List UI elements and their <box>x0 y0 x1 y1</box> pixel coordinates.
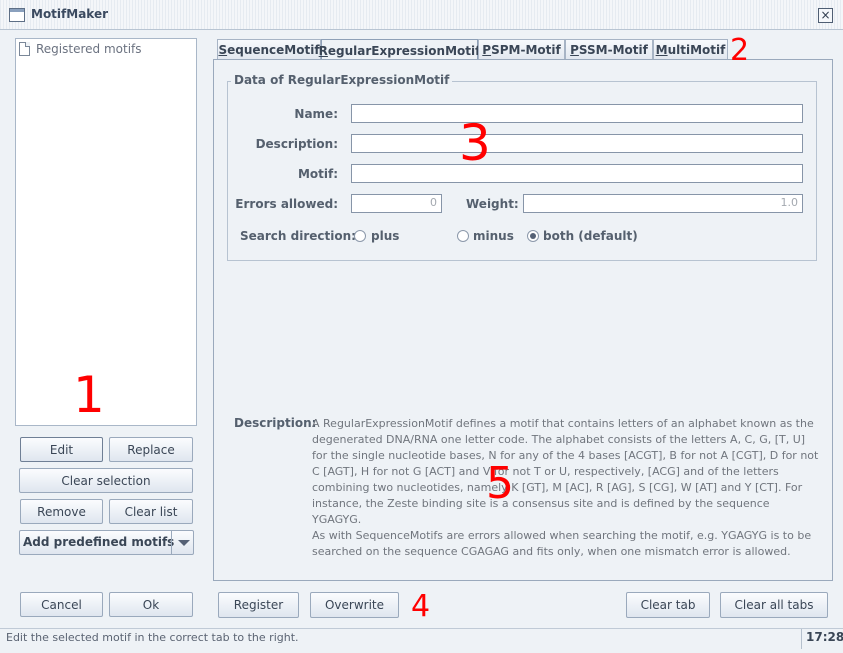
window-icon <box>9 8 25 22</box>
registered-motifs-list[interactable] <box>15 38 197 426</box>
tab-mnemonic: M <box>655 43 668 57</box>
status-time: 17:28 <box>806 630 843 644</box>
callout-3: 3 <box>459 114 491 172</box>
motif-label: Motif: <box>297 167 338 181</box>
clear-selection-button[interactable]: Clear selection <box>19 468 193 493</box>
replace-button[interactable]: Replace <box>109 437 193 462</box>
callout-1: 1 <box>73 366 105 424</box>
clear-list-button[interactable]: Clear list <box>109 499 193 524</box>
callout-5: 5 <box>486 458 514 509</box>
tab-label: egularExpressionMotif <box>327 43 481 58</box>
document-icon <box>19 42 30 56</box>
tab-label: SSM-Motif <box>578 43 648 57</box>
clear-tab-button[interactable]: Clear tab <box>626 592 710 618</box>
description-field[interactable] <box>351 134 803 153</box>
list-root-label: Registered motifs <box>36 42 142 56</box>
group-title: Data of RegularExpressionMotif <box>231 73 453 87</box>
ok-button[interactable]: Ok <box>109 592 193 617</box>
radio-minus-label: minus <box>473 229 514 243</box>
chevron-down-icon[interactable] <box>178 540 190 546</box>
help-text: A RegularExpressionMotif defines a motif… <box>312 416 822 560</box>
tab-pspm-motif[interactable]: P SPM-Motif <box>478 39 565 60</box>
radio-both[interactable] <box>527 230 539 242</box>
callout-2: 2 <box>730 33 750 68</box>
radio-plus[interactable] <box>354 230 366 242</box>
combo-divider <box>171 531 172 554</box>
tab-mnemonic: R <box>318 43 328 58</box>
overwrite-button[interactable]: Overwrite <box>310 592 399 618</box>
predefined-motifs-selected: Add predefined motifs <box>23 535 175 549</box>
tab-regular-expression-motif[interactable]: RegularExpressionMotif <box>318 39 481 61</box>
register-button[interactable]: Register <box>218 592 299 618</box>
tab-sequence-motif[interactable]: SequenceMotif <box>217 39 321 60</box>
window-title: MotifMaker <box>31 7 109 21</box>
radio-plus-label: plus <box>371 229 400 243</box>
status-text: Edit the selected motif in the correct t… <box>6 631 299 644</box>
radio-minus[interactable] <box>457 230 469 242</box>
help-title: Description: <box>234 416 317 430</box>
radio-both-label: both (default) <box>543 229 638 243</box>
help-paragraph: A RegularExpressionMotif defines a motif… <box>312 417 819 526</box>
tab-mnemonic: S <box>218 43 228 57</box>
edit-button[interactable]: Edit <box>20 437 103 462</box>
tab-label: SPM-Motif <box>491 43 561 57</box>
close-icon[interactable]: × <box>818 8 833 23</box>
tab-label: ultiMotif <box>667 43 726 57</box>
clear-all-tabs-button[interactable]: Clear all tabs <box>720 592 828 618</box>
cancel-button[interactable]: Cancel <box>20 592 103 617</box>
motif-field[interactable] <box>351 164 803 183</box>
title-bar <box>0 0 843 30</box>
help-paragraph: As with SequenceMotifs are errors allowe… <box>312 529 812 558</box>
search-direction-label: Search direction: <box>240 229 356 243</box>
tab-mnemonic: P <box>570 43 579 57</box>
status-divider <box>801 629 802 649</box>
remove-button[interactable]: Remove <box>20 499 103 524</box>
name-label: Name: <box>294 107 338 121</box>
errors-allowed-label: Errors allowed: <box>235 197 338 211</box>
weight-field[interactable]: 1.0 <box>523 194 803 213</box>
errors-allowed-field[interactable]: 0 <box>351 194 442 213</box>
weight-label: Weight: <box>466 197 519 211</box>
description-label: Description: <box>255 137 338 151</box>
callout-4: 4 <box>411 589 431 624</box>
tab-multi-motif[interactable]: MultiMotif <box>653 39 728 60</box>
tab-mnemonic: P <box>482 43 492 57</box>
name-field[interactable] <box>351 104 803 123</box>
tab-pssm-motif[interactable]: P SSM-Motif <box>565 39 653 60</box>
tab-label: equenceMotif <box>227 43 320 57</box>
